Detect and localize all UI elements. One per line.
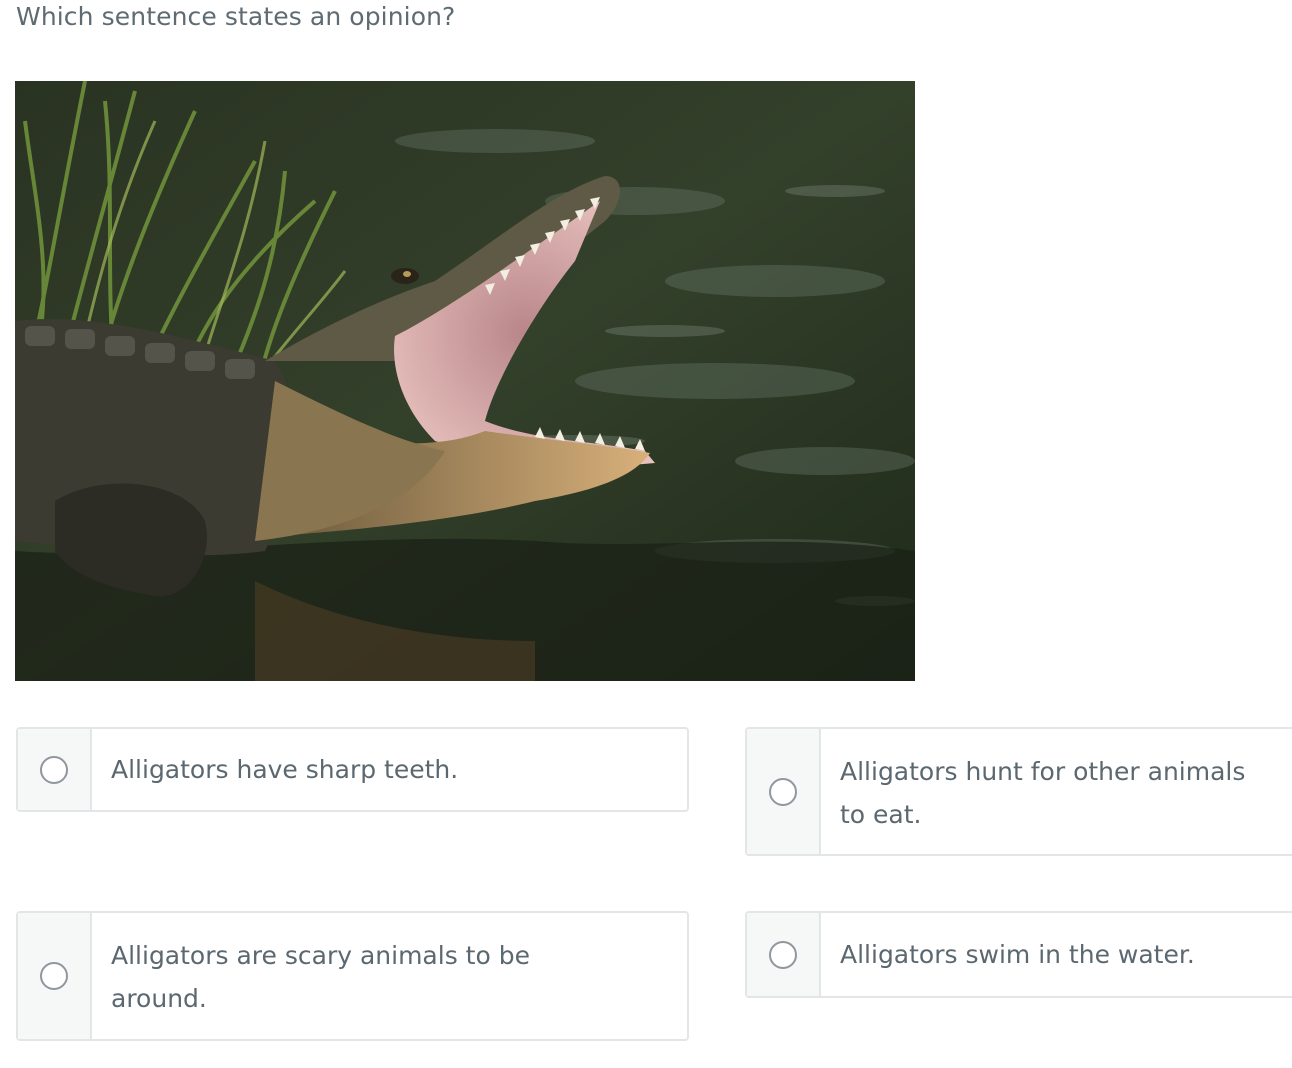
choice-label: Alligators have sharp teeth.: [111, 755, 459, 784]
answer-choice-d[interactable]: Alligators swim in the water.: [745, 911, 1292, 998]
answer-choice-c[interactable]: Alligators are scary animals to be aroun…: [16, 911, 689, 1041]
answer-choice-a[interactable]: Alligators have sharp teeth.: [16, 727, 689, 812]
radio-button-icon[interactable]: [769, 940, 797, 969]
radio-cell[interactable]: [747, 729, 821, 854]
answer-choice-b[interactable]: Alligators hunt for other animals to eat…: [745, 727, 1292, 856]
choice-label: Alligators hunt for other animals to eat…: [840, 756, 1246, 829]
radio-button-icon[interactable]: [40, 755, 68, 784]
radio-cell[interactable]: [18, 913, 92, 1039]
alligator-photo: [15, 81, 915, 681]
radio-button-icon[interactable]: [769, 777, 797, 806]
radio-cell[interactable]: [18, 729, 92, 810]
choice-label: Alligators swim in the water.: [840, 940, 1195, 969]
question-prompt: Which sentence states an opinion?: [16, 2, 456, 31]
choice-label: Alligators are scary animals to be aroun…: [111, 941, 530, 1013]
alligator-illustration: [15, 81, 915, 681]
radio-button-icon[interactable]: [40, 962, 68, 990]
radio-cell[interactable]: [747, 913, 821, 996]
